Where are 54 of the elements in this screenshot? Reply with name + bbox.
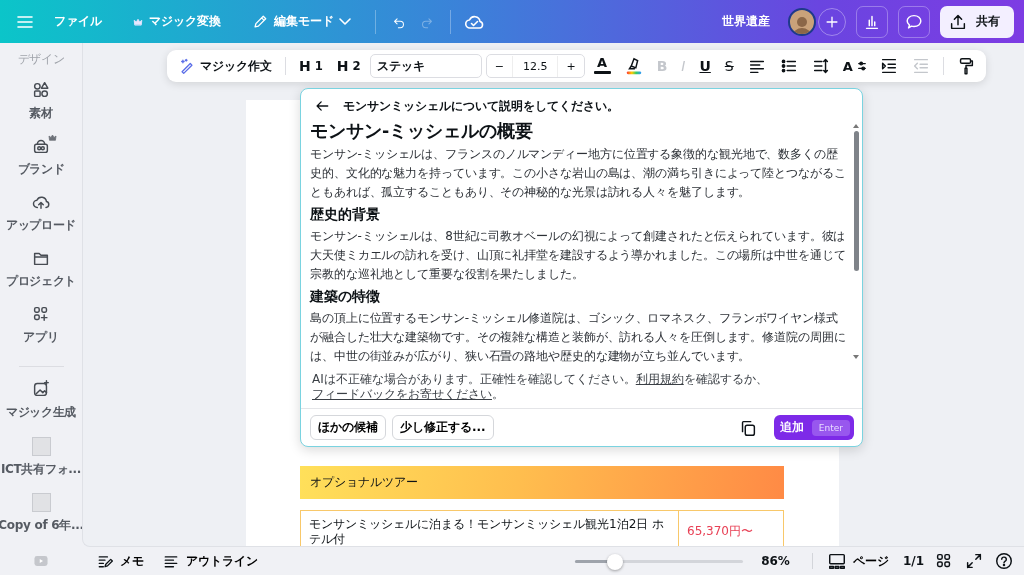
thumbnail [31, 493, 51, 512]
prompt-text: モンサンミッシェルについて説明をしてください。 [343, 97, 619, 115]
suggestion-button[interactable]: ほかの候補 [310, 415, 386, 440]
zoom-slider[interactable] [575, 553, 744, 569]
answer-paragraph: 島の頂上に位置するモンサン-ミッシェル修道院は、ゴシック、ロマネスク、フランボワイヤン様式が融合した壮大な建築物です。その複雑な構造と装飾が、訪れる人々を圧倒します。修道院の周囲には、中世の街並みが広がり、狭い石畳の路地や歴史的な建物が立ち並んでいます。 [310, 310, 846, 365]
add-button[interactable]: 追加 Enter [773, 415, 854, 440]
sidebar-item[interactable]: プロジェクト [0, 248, 82, 304]
sidebar-item[interactable]: ICT共有フォ... [0, 435, 82, 491]
thumbnail [31, 437, 51, 456]
font-field[interactable]: ステッキ [369, 54, 482, 78]
answer-title: モンサン-ミッシェルの概要 [310, 120, 535, 143]
apps-icon [31, 304, 51, 324]
effects-button[interactable]: A [838, 53, 871, 79]
pages-button[interactable]: ページ [822, 549, 893, 573]
sidebar-item[interactable]: ブランド [0, 136, 82, 192]
magic-write-button[interactable]: マジック作文 [173, 53, 277, 79]
sidebar-item[interactable]: アップロード [0, 192, 82, 248]
share-button[interactable]: 共有 [940, 5, 1014, 38]
sidebar-item[interactable]: アプリ [0, 304, 82, 360]
format-button[interactable]: S [719, 53, 739, 79]
answer-paragraph: モンサン-ミッシェルは、8世紀に司教オベールの幻視によって創建されたと伝えられています。彼は大天使ミカエルの訪れを受け、山頂に礼拝堂を建設するよう導かれました。この場所は中世を通じて宗教的な巡礼地として重要な役割を果たしました。 [310, 228, 846, 283]
fullscreen-icon[interactable] [964, 551, 984, 571]
zoom-reading: 86% [761, 554, 790, 568]
insights-button[interactable] [856, 5, 888, 38]
help-icon[interactable] [994, 551, 1014, 571]
font-size-stepper[interactable]: − 12.5 + [485, 54, 585, 78]
avatar[interactable] [788, 7, 816, 36]
document-title: 世界遺産 [722, 13, 770, 30]
answer-paragraph: モンサン-ミッシェルは、フランスのノルマンディー地方に位置する象徴的な観光地で、数多くの歴史的、文化的な魅力を持っています。この小さな岩山の島は、潮の満ち引きによって陸とつながることもあれば、孤立することもあり、その神秘的な光景は訪れる人々を魅了します。 [310, 146, 846, 201]
page-count: 1/1 [902, 554, 924, 568]
text-color-button[interactable]: A [588, 53, 616, 79]
banner: オプショナルツアー [300, 466, 784, 499]
link[interactable]: 利用規約 [635, 372, 684, 386]
sidebar-item[interactable]: マジック生成 [0, 379, 82, 435]
outline-button[interactable]: アウトライン [158, 550, 262, 572]
slider-thumb[interactable] [607, 553, 624, 570]
shortcut-hint: Enter [811, 419, 850, 436]
shapes-icon [31, 80, 51, 100]
suggestion-button[interactable]: 少し修正する... [392, 415, 494, 440]
format-button[interactable]: U [694, 53, 716, 79]
page-view-icon [826, 551, 847, 571]
price-cell: 65,370円〜 [678, 510, 784, 546]
notes-button[interactable]: メモ [92, 550, 148, 572]
section-heading: 建築の特徴 [310, 288, 381, 306]
sidebar-item[interactable]: 素材 [0, 80, 82, 136]
magic-icon [31, 379, 51, 399]
crown-icon [47, 132, 58, 143]
comment-button[interactable] [898, 5, 930, 38]
scrollbar-thumb[interactable] [853, 131, 859, 271]
section-heading: 歴史的背景 [310, 206, 381, 224]
disclaimer-text: AIは不正確な場合があります。正確性を確認してください。利用規約を確認するか、 フィードバックをお寄せください。 [301, 366, 862, 409]
table-cell: モンサンミッシェルに泊まる！モンサンミッシェル観光1泊2日 ホテル付 [300, 510, 679, 546]
chevron-down-icon [339, 18, 351, 25]
link[interactable]: フィードバックをお寄せください [312, 387, 492, 401]
